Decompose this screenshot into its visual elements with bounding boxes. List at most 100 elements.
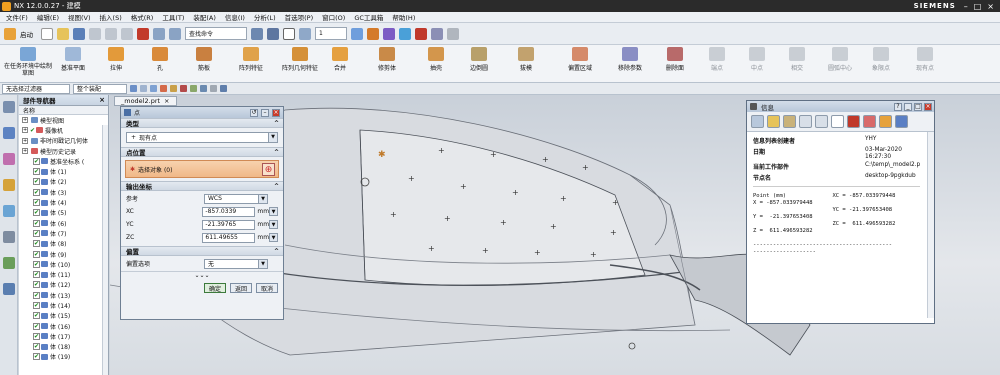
minimize-icon[interactable]: _ [904,102,912,111]
snap-mid-icon[interactable] [383,27,395,40]
constraint-navigator-icon[interactable] [3,153,15,165]
system-materials-icon[interactable] [3,257,15,269]
quadrant-button[interactable]: 象限点 [868,47,894,72]
intersection-button[interactable]: 相交 [786,47,808,72]
checkmark-icon[interactable]: ✔ [30,127,35,134]
snap-icon[interactable] [150,85,157,92]
snap-quadrant-icon[interactable] [415,27,427,40]
copy-icon[interactable] [799,115,812,128]
checkmark-icon[interactable]: ✔ [33,209,40,217]
start-button[interactable]: 启动 [20,29,33,39]
save-icon[interactable] [73,27,85,40]
selected-point-marker[interactable]: ✱ [378,150,386,160]
select-object-field[interactable]: ✱ 选择对象 (0) ⊕ [125,160,279,178]
print-icon[interactable] [751,115,764,128]
tree-item[interactable]: ✔ 体 (19) [19,352,108,362]
render-style-icon[interactable] [267,27,279,40]
menu-assembly[interactable]: 装配(A) [193,12,216,22]
checkmark-icon[interactable]: ✔ [33,291,40,299]
menu-analysis[interactable]: 分析(L) [254,12,276,22]
cancel-button[interactable]: 取消 [256,283,278,293]
edge-blend-button[interactable]: 边倒圆 [464,47,494,72]
open-icon[interactable] [767,115,780,128]
dialog-close-icon[interactable]: × [272,108,280,117]
menu-insert[interactable]: 插入(S) [100,12,122,22]
tree-item[interactable]: + ✔ 摄像机 [19,125,108,135]
snap-existing-icon[interactable] [447,27,459,40]
chevron-down-icon[interactable]: ▼ [269,207,278,216]
close-icon[interactable]: × [987,2,994,11]
paste-icon[interactable] [121,27,133,40]
datum-plane-button[interactable]: 基准平面 [56,47,90,72]
expand-icon[interactable]: + [22,117,28,124]
component-icon[interactable] [200,85,207,92]
maximize-icon[interactable]: □ [974,2,982,11]
tree-item[interactable]: ✔ 基准坐标系 ( [19,156,108,166]
reset-icon[interactable]: ↺ [250,108,258,117]
curve-rule-icon[interactable] [170,85,177,92]
menu-edit[interactable]: 编辑(E) [37,12,59,22]
web-browser-icon[interactable] [3,283,15,295]
layer-icon[interactable] [299,27,311,40]
highlight-icon[interactable] [863,115,876,128]
tree-item[interactable]: ✔ 体 (5) [19,208,108,218]
paste-icon[interactable] [815,115,828,128]
reuse-library-icon[interactable] [3,205,15,217]
tree-item[interactable]: ✔ 体 (4) [19,197,108,207]
expand-icon[interactable]: + [22,127,28,134]
body-rule-icon[interactable] [190,85,197,92]
location-section-header[interactable]: 点位置 ^ [121,147,283,157]
checkmark-icon[interactable]: ✔ [33,301,40,309]
yc-input[interactable]: -21.39765 [202,219,256,230]
info-close-icon[interactable]: × [924,102,932,111]
navigator-close-icon[interactable]: × [99,96,105,104]
collapse-icon[interactable]: – [261,108,269,117]
wcs-icon[interactable] [220,85,227,92]
tree-item[interactable]: ✔ 体 (15) [19,311,108,321]
endpoint-button[interactable]: 端点 [706,47,728,72]
info-scrollbar[interactable] [927,132,934,318]
checkmark-icon[interactable]: ✔ [33,260,40,268]
stop-icon[interactable] [847,115,860,128]
delete-face-button[interactable]: 删除面 [660,47,690,72]
undo-icon[interactable] [153,27,165,40]
expand-icon[interactable]: + [22,137,28,144]
selection-filter-dropdown[interactable]: 无选择过滤器 [2,83,70,94]
filter-icon[interactable] [140,85,147,92]
checkmark-icon[interactable]: ✔ [33,322,40,330]
back-button[interactable]: 返回 [230,283,252,293]
command-search-input[interactable]: 查找命令 [185,27,247,40]
menu-view[interactable]: 视图(V) [68,12,91,22]
hole-button[interactable]: 孔 [148,47,172,72]
chevron-down-icon[interactable]: ▼ [269,220,278,229]
sketch-task-button[interactable]: 在任务环境中绘制草图 [4,47,52,77]
reference-select[interactable]: WCS ▼ [204,193,268,204]
extrude-button[interactable]: 拉伸 [104,47,128,72]
menu-gc-toolbox[interactable]: GC工具箱 [354,12,383,22]
point-type-select[interactable]: + 现有点 ▼ [126,132,278,143]
checkmark-icon[interactable]: ✔ [33,353,40,361]
checkmark-icon[interactable]: ✔ [33,157,40,165]
feature-icon[interactable] [210,85,217,92]
selection-scope-dropdown[interactable]: 整个装配 [73,83,127,94]
menu-file[interactable]: 文件(F) [6,12,28,22]
select-icon[interactable] [130,85,137,92]
offset-option-select[interactable]: 无 ▼ [204,258,268,269]
tree-item[interactable]: ✔ 体 (12) [19,280,108,290]
tree-item[interactable]: ✔ 体 (9) [19,249,108,259]
snap-point-icon[interactable] [351,27,363,40]
menu-info[interactable]: 信息(I) [225,12,245,22]
offset-region-button[interactable]: 偏置区域 [562,47,598,72]
xc-input[interactable]: -857.0339 [202,206,256,217]
face-rule-icon[interactable] [180,85,187,92]
tree-item[interactable]: ✔ 体 (11) [19,269,108,279]
pattern-feature-button[interactable]: 阵列特征 [232,47,270,72]
checkmark-icon[interactable]: ✔ [33,199,40,207]
tree-item[interactable]: + 非时间戳记几何体 [19,136,108,146]
part-navigator-icon[interactable] [3,179,15,191]
output-section-header[interactable]: 输出坐标 ^ [121,181,283,191]
minimize-icon[interactable]: – [964,2,968,11]
remove-params-button[interactable]: 移除参数 [612,47,648,72]
font-icon[interactable] [895,115,908,128]
new-file-icon[interactable] [41,27,53,40]
